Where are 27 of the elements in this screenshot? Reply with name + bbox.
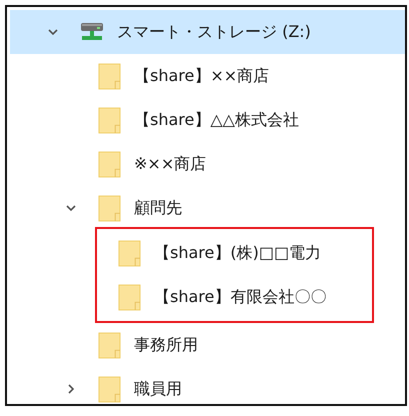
tree-item[interactable]: スマート・ストレージ (Z:) [10,10,405,54]
folder-label: 職員用 [134,378,182,400]
folder-label: 【share】△△株式会社 [134,110,299,130]
folder-label: 顧問先 [134,198,182,218]
drive-icon [80,22,104,42]
tree-item[interactable]: 職員用 [10,367,405,411]
tree-item[interactable]: 【share】(株)□□電力 [97,231,372,275]
folder-label: スマート・ストレージ (Z:) [117,22,311,42]
folder-icon [98,106,121,134]
tree-item[interactable]: 【share】△△株式会社 [10,98,405,142]
folder-label: 【share】××商店 [134,66,270,86]
folder-label: ※××商店 [134,154,206,174]
tree-item[interactable]: 顧問先 [10,186,405,230]
tree-item[interactable]: ※××商店 [10,142,405,186]
folder-icon [98,62,121,90]
folder-icon [98,194,121,222]
folder-icon [98,150,121,178]
folder-icon [118,284,141,310]
tree-item[interactable]: 【share】××商店 [10,54,405,98]
folder-icon [98,332,121,358]
folder-icon [118,240,141,266]
folder-label: 【share】有限会社〇〇 [154,286,326,308]
tree-item[interactable]: 【share】有限会社〇〇 [97,275,372,319]
folder-label: 【share】(株)□□電力 [154,242,322,264]
folder-icon [98,376,121,402]
folder-label: 事務所用 [134,334,198,356]
tree-item[interactable]: 事務所用 [10,323,405,367]
